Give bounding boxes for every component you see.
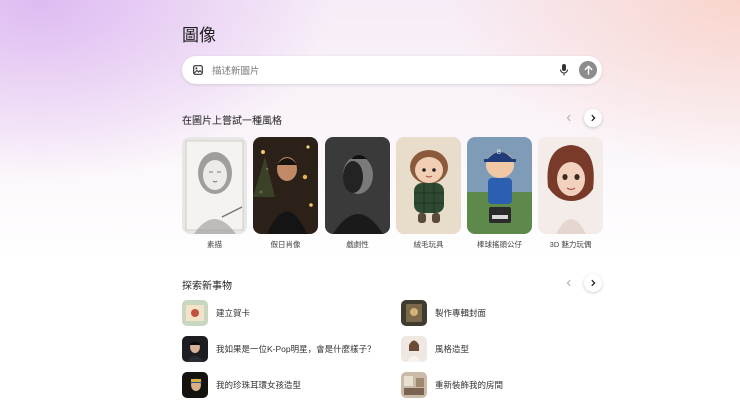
image-prompt-box[interactable] [182, 56, 602, 84]
explore-item-label: 重新裝飾我的房間 [435, 379, 504, 390]
chevron-left-icon [566, 114, 571, 122]
explore-heading: 探索新事物 [182, 281, 232, 292]
style-card-sketch[interactable] [182, 137, 247, 234]
style-label: 絨毛玩具 [413, 240, 444, 249]
chevron-left-icon [566, 279, 571, 287]
plush-toy-thumbnail [396, 137, 461, 234]
send-button[interactable] [579, 61, 597, 79]
explore-item-label: 製作專輯封面 [435, 307, 487, 318]
baseball-bobblehead-thumbnail: B [467, 137, 532, 234]
image-upload-icon[interactable] [193, 65, 203, 75]
style-card-3d-charm-doll[interactable] [538, 137, 603, 234]
style-label: 3D 魅力玩偶 [549, 240, 592, 249]
explore-item-label: 我的珍珠耳環女孩造型 [216, 379, 302, 390]
3d-charm-doll-thumbnail [538, 137, 603, 234]
explore-item[interactable]: 製作專輯封面 [401, 299, 486, 326]
explore-item-label: 我如果是一位K-Pop明星，會是什麼樣子？ [216, 343, 376, 354]
prompt-input[interactable] [210, 61, 534, 81]
explore-item[interactable]: 我如果是一位K-Pop明星，會是什麼樣子？ [182, 335, 376, 362]
style-label: 素描 [207, 240, 222, 249]
page-title: 圖像 [182, 26, 216, 45]
style-card-dramatic[interactable] [325, 137, 390, 234]
room-redecor-thumbnail [401, 371, 427, 398]
holiday-portrait-thumbnail [253, 137, 318, 234]
album-cover-thumbnail [401, 299, 427, 326]
pearl-earring-thumbnail [182, 371, 208, 398]
style-label: 棒球搖頭公仔 [477, 240, 522, 249]
explore-next-button[interactable] [584, 274, 602, 292]
style-look-thumbnail [401, 335, 427, 362]
style-label: 假日肖像 [270, 240, 301, 249]
style-card-plush-toy[interactable] [396, 137, 461, 234]
explore-prev-button[interactable] [560, 274, 578, 292]
styles-next-button[interactable] [584, 109, 602, 127]
chevron-right-icon [591, 114, 596, 122]
arrow-up-icon [584, 65, 592, 75]
explore-item[interactable]: 風格造型 [401, 335, 469, 362]
explore-item[interactable]: 重新裝飾我的房間 [401, 371, 503, 398]
style-card-baseball-bobblehead[interactable]: B [467, 137, 532, 234]
chevron-right-icon [591, 279, 596, 287]
sketch-portrait-thumbnail [182, 137, 247, 234]
kpop-star-thumbnail [182, 335, 208, 362]
explore-item[interactable]: 我的珍珠耳環女孩造型 [182, 371, 301, 398]
greeting-card-thumbnail [182, 299, 208, 326]
microphone-icon[interactable] [559, 63, 569, 77]
explore-item[interactable]: 建立賀卡 [182, 299, 250, 326]
styles-prev-button[interactable] [560, 109, 578, 127]
svg-text:B: B [497, 150, 501, 156]
style-label: 戲劇性 [346, 240, 369, 249]
styles-heading: 在圖片上嘗試一種風格 [182, 116, 282, 127]
dramatic-portrait-thumbnail [325, 137, 390, 234]
style-card-holiday-portrait[interactable] [253, 137, 318, 234]
explore-item-label: 風格造型 [435, 343, 470, 354]
explore-item-label: 建立賀卡 [216, 307, 251, 318]
